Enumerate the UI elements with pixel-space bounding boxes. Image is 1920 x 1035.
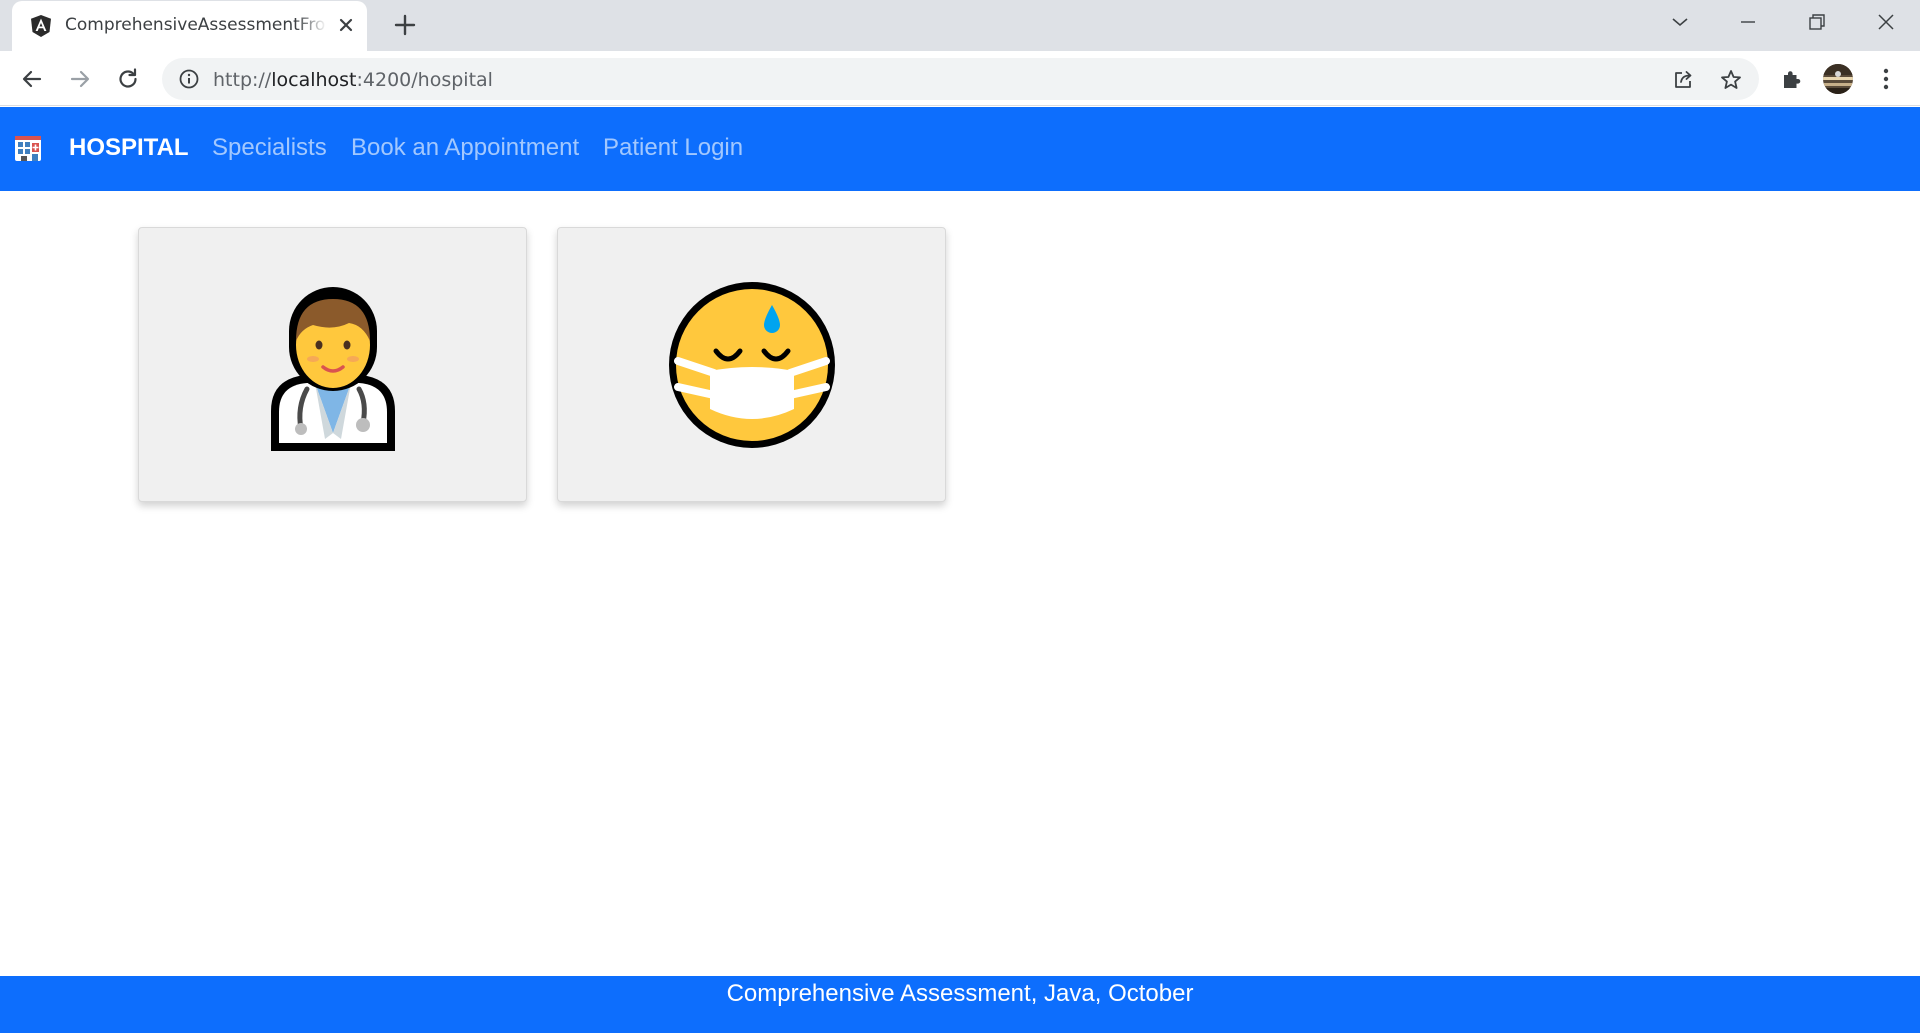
- patient-card[interactable]: [557, 227, 946, 502]
- close-window-icon[interactable]: [1864, 6, 1908, 38]
- brand-title[interactable]: HOSPITAL: [69, 134, 189, 162]
- avatar[interactable]: [1822, 63, 1854, 95]
- puzzle-icon[interactable]: [1775, 63, 1807, 95]
- angular-icon: [29, 14, 53, 38]
- doctor-emoji-icon: [270, 286, 395, 451]
- minimize-icon[interactable]: [1726, 6, 1770, 38]
- browser-tab-strip: ComprehensiveAssessmentFrontend: [0, 0, 1920, 51]
- footer-text: Comprehensive Assessment, Java, October: [726, 980, 1194, 1007]
- tab-search-icon[interactable]: [1658, 6, 1702, 38]
- close-icon[interactable]: [335, 14, 357, 36]
- doctor-card[interactable]: [138, 227, 527, 502]
- star-icon[interactable]: [1719, 68, 1743, 92]
- restore-icon[interactable]: [1795, 6, 1839, 38]
- browser-toolbar: http://localhost:4200/hospital: [0, 51, 1920, 106]
- url-text[interactable]: http://localhost:4200/hospital: [213, 69, 493, 91]
- hospital-icon[interactable]: [14, 134, 42, 162]
- nav-link-specialists[interactable]: Specialists: [212, 134, 327, 162]
- browser-tab[interactable]: ComprehensiveAssessmentFrontend: [12, 1, 367, 51]
- page-footer: Comprehensive Assessment, Java, October: [0, 976, 1920, 1033]
- kebab-menu-icon[interactable]: [1870, 63, 1902, 95]
- url-host: localhost: [271, 69, 357, 91]
- new-tab-icon[interactable]: [392, 12, 418, 38]
- tab-title: ComprehensiveAssessmentFrontend: [65, 15, 327, 35]
- reload-icon[interactable]: [112, 63, 144, 95]
- url-path: :4200/hospital: [356, 69, 493, 91]
- nav-link-book-appointment[interactable]: Book an Appointment: [351, 134, 579, 162]
- share-icon[interactable]: [1671, 68, 1695, 92]
- url-scheme: http://: [213, 69, 272, 91]
- info-icon[interactable]: [178, 68, 200, 90]
- address-bar[interactable]: http://localhost:4200/hospital: [162, 58, 1759, 100]
- back-arrow-icon[interactable]: [16, 63, 48, 95]
- forward-arrow-icon[interactable]: [64, 63, 96, 95]
- face-with-medical-mask-emoji-icon: [668, 281, 835, 448]
- nav-link-patient-login[interactable]: Patient Login: [603, 134, 743, 162]
- app-navbar: HOSPITAL Specialists Book an Appointment…: [0, 107, 1920, 191]
